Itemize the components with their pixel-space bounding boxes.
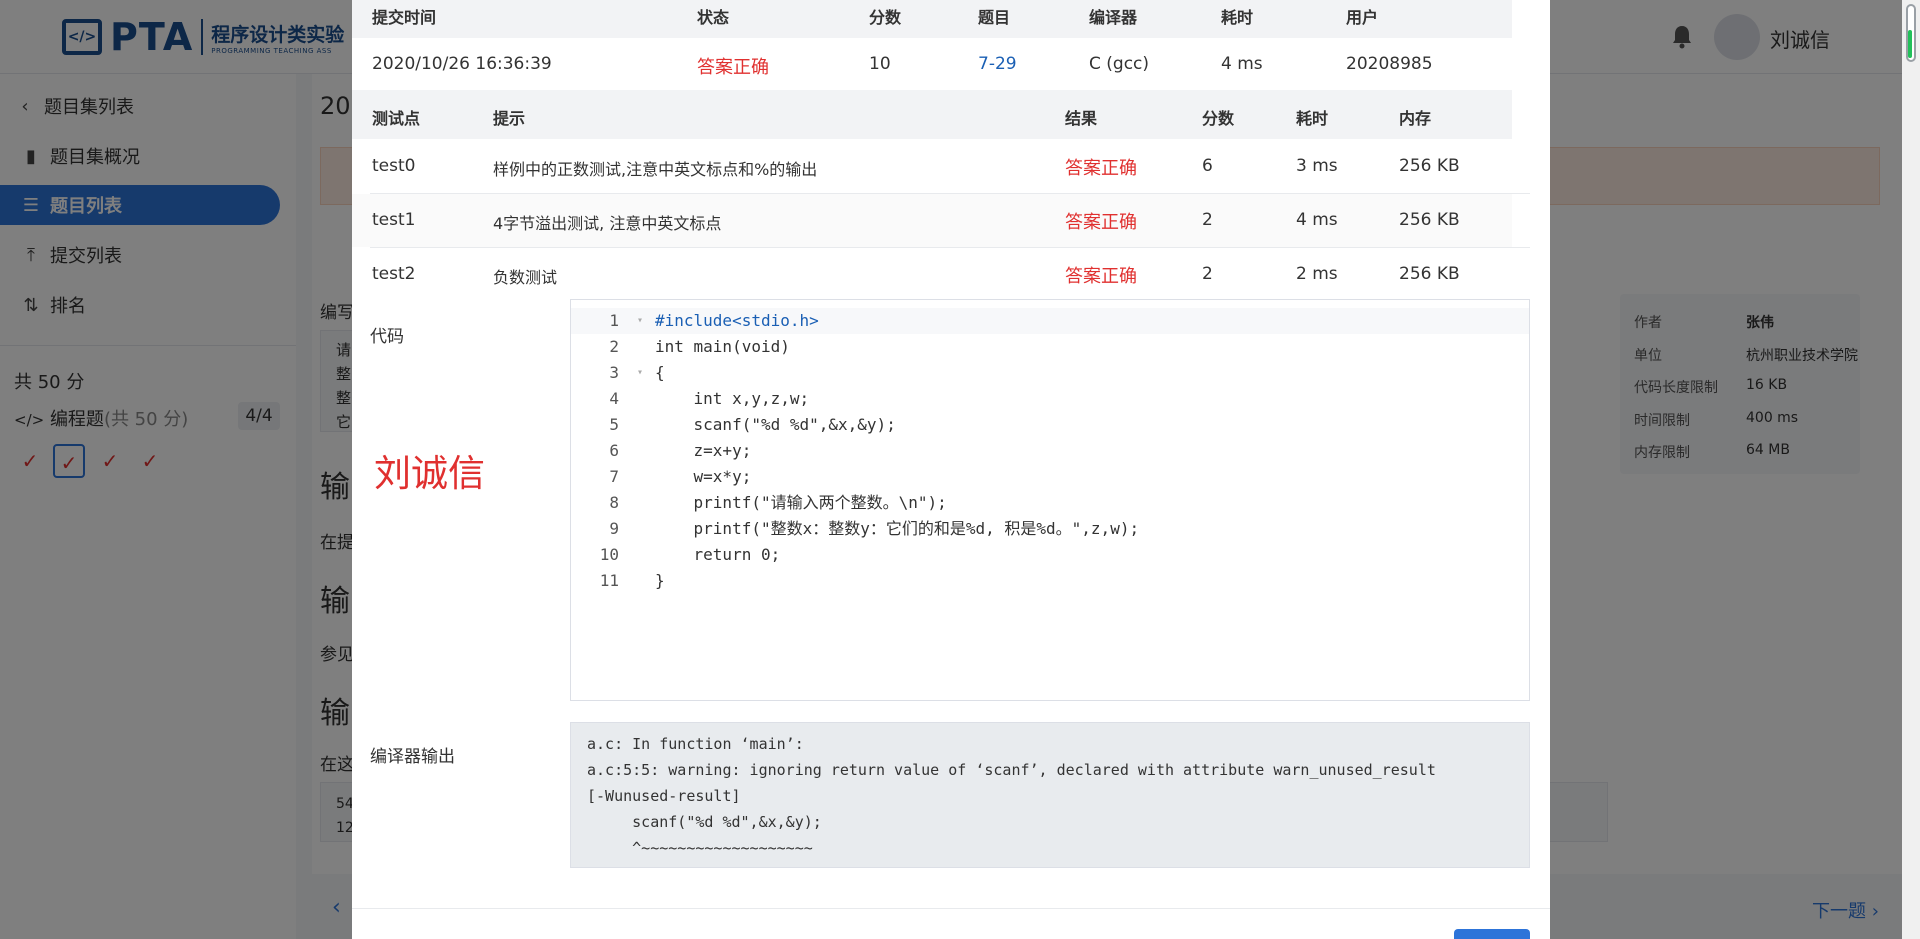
test-time: 4 ms [1296, 210, 1338, 230]
submission-user: 20208985 [1346, 54, 1433, 74]
col-status: 状态 [697, 8, 730, 27]
code-line: 6 z=x+y; [571, 438, 1529, 464]
test-result: 答案正确 [1065, 266, 1137, 287]
col-score: 分数 [1202, 109, 1235, 128]
code-line: 3 ▾{ [571, 360, 1529, 386]
submission-duration: 4 ms [1221, 54, 1263, 74]
modal-confirm-button[interactable] [1454, 929, 1530, 939]
code-viewer[interactable]: 1 ▾ #include<stdio.h> 2 int main(void) 3 ▾{ … [570, 299, 1530, 701]
test-time: 3 ms [1296, 156, 1338, 176]
col-user: 用户 [1346, 8, 1379, 27]
test-id: test2 [372, 264, 416, 284]
col-compiler: 编译器 [1089, 8, 1138, 27]
test-row: test1 4字节溢出测试, 注意中英文标点 答案正确 2 4 ms 256 K… [352, 194, 1512, 247]
test-id: test0 [372, 156, 416, 176]
code-line: 11} [571, 568, 1529, 594]
code-line: 8 printf("请输入两个整数。\n"); [571, 490, 1529, 516]
test-score: 2 [1202, 210, 1213, 230]
code-line-text: scanf("%d %d",&x,&y); [655, 415, 896, 434]
code-label: 代码 [370, 327, 404, 347]
test-row: test2 负数测试 答案正确 2 2 ms 256 KB [352, 248, 1512, 300]
test-row: test0 样例中的正数测试,注意中英文标点和%的输出 答案正确 6 3 ms … [352, 139, 1512, 193]
code-line: 5 scanf("%d %d",&x,&y); [571, 412, 1529, 438]
test-hint: 负数测试 [493, 268, 558, 287]
code-line-text: #include<stdio.h> [655, 311, 819, 330]
submission-status: 答案正确 [697, 57, 769, 78]
fold-arrow-icon: ▾ [637, 315, 644, 326]
code-line: 7 w=x*y; [571, 464, 1529, 490]
code-line: 10 return 0; [571, 542, 1529, 568]
col-result: 结果 [1065, 109, 1098, 128]
code-line-text: int x,y,z,w; [655, 389, 810, 408]
code-line-text: printf("请输入两个整数。\n"); [655, 493, 947, 512]
code-line-text: } [655, 571, 665, 590]
code-line: 1 ▾ #include<stdio.h> [571, 308, 1529, 334]
user-watermark: 刘诚信 [374, 452, 485, 495]
submission-detail-modal: 提交时间 状态 分数 题目 编译器 耗时 用户 2020/10/26 16:36… [352, 0, 1550, 939]
code-line-text: int main(void) [655, 337, 790, 356]
code-line-text: z=x+y; [655, 441, 752, 460]
col-time: 提交时间 [372, 8, 437, 27]
col-score: 分数 [869, 8, 902, 27]
problem-link[interactable]: 7-29 [978, 54, 1017, 74]
fold-arrow-icon: ▾ [637, 367, 644, 378]
test-time: 2 ms [1296, 264, 1338, 284]
code-line: 2 int main(void) [571, 334, 1529, 360]
test-memory: 256 KB [1399, 156, 1460, 176]
test-table-header: 测试点 提示 结果 分数 耗时 内存 [352, 90, 1512, 139]
test-hint: 4字节溢出测试, 注意中英文标点 [493, 214, 722, 233]
modal-footer-divider [352, 908, 1550, 909]
submission-time: 2020/10/26 16:36:39 [372, 54, 552, 74]
test-score: 2 [1202, 264, 1213, 284]
code-line: 9 printf("整数x：整数y：它们的和是%d, 积是%d。",z,w); [571, 516, 1529, 542]
test-memory: 256 KB [1399, 210, 1460, 230]
col-time: 耗时 [1296, 109, 1329, 128]
test-result: 答案正确 [1065, 212, 1137, 233]
col-duration: 耗时 [1221, 8, 1254, 27]
test-result: 答案正确 [1065, 158, 1137, 179]
scroll-indicator [1908, 30, 1912, 58]
compiler-output-label: 编译器输出 [370, 747, 455, 767]
col-testcase: 测试点 [372, 109, 421, 128]
submission-compiler: C (gcc) [1089, 54, 1150, 74]
col-hint: 提示 [493, 109, 526, 128]
scrollbar[interactable] [1902, 0, 1920, 939]
test-hint: 样例中的正数测试,注意中英文标点和%的输出 [493, 160, 818, 179]
col-memory: 内存 [1399, 109, 1432, 128]
test-id: test1 [372, 210, 416, 230]
code-line-text: return 0; [655, 545, 781, 564]
code-line-text: printf("整数x：整数y：它们的和是%d, 积是%d。",z,w); [655, 519, 1140, 538]
submission-row: 2020/10/26 16:36:39 答案正确 10 7-29 C (gcc)… [352, 38, 1512, 90]
test-memory: 256 KB [1399, 264, 1460, 284]
code-line-text: { [655, 363, 665, 382]
test-score: 6 [1202, 156, 1213, 176]
col-problem: 题目 [978, 8, 1011, 27]
code-line: 4 int x,y,z,w; [571, 386, 1529, 412]
code-line-text: w=x*y; [655, 467, 752, 486]
compiler-output: a.c: In function ‘main’: a.c:5:5: warnin… [570, 722, 1530, 868]
submission-table-header: 提交时间 状态 分数 题目 编译器 耗时 用户 [352, 0, 1512, 38]
submission-score: 10 [869, 54, 891, 74]
